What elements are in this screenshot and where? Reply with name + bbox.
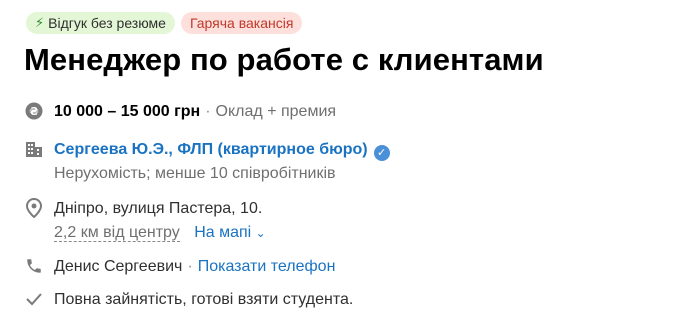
address: Дніпро, вулиця Пастера, 10. [54, 200, 263, 217]
location-row: Дніпро, вулиця Пастера, 10. 2,2 км від ц… [24, 198, 266, 244]
salary-row: ₴ 10 000 – 15 000 грн · Оклад + премия [24, 101, 336, 123]
badge-hot-vacancy-label: Гаряча вакансія [189, 15, 294, 31]
company-row: Сергеева Ю.Э., ФЛП (квартирное бюро) ✓ Не… [24, 139, 390, 185]
lightning-icon: ⚡ [35, 15, 45, 30]
verified-check-icon: ✓ [373, 145, 390, 161]
badge-no-resume: ⚡ Відгук без резюме [26, 12, 175, 34]
distance-from-center[interactable]: 2,2 км від центру [54, 224, 180, 242]
employment-row: Повна зайнятість, готові взяти студента. [24, 289, 353, 311]
badge-hot-vacancy: Гаряча вакансія [180, 12, 303, 34]
company-name-link[interactable]: Сергеева Ю.Э., ФЛП (квартирное бюро) [54, 141, 368, 158]
salary-separator: · [205, 103, 211, 120]
salary-range: 10 000 – 15 000 грн [54, 103, 201, 120]
company-details: Нерухомість; менше 10 співробітників [54, 165, 336, 182]
badges: ⚡ Відгук без резюме Гаряча вакансія [26, 12, 303, 34]
map-link-label: На мапі [194, 224, 252, 241]
badge-no-resume-label: Відгук без резюме [48, 15, 166, 31]
checkmark-icon [24, 289, 44, 309]
chevron-down-icon: ⌄ [255, 226, 266, 240]
contact-separator: · [187, 258, 193, 275]
employment-type: Повна зайнятість, готові взяти студента. [54, 291, 354, 308]
show-phone-link[interactable]: Показати телефон [198, 258, 336, 275]
location-pin-icon [24, 198, 44, 218]
building-icon [24, 139, 44, 159]
job-title: Менеджер по работе с клиентами [24, 42, 544, 77]
svg-text:₴: ₴ [29, 105, 38, 118]
map-link[interactable]: На мапі ⌄ [194, 224, 266, 241]
hryvnia-icon: ₴ [24, 101, 44, 121]
contact-row: Денис Сергеевич · Показати телефон [24, 256, 335, 278]
salary-note: Оклад + премия [215, 103, 337, 120]
contact-name: Денис Сергеевич [54, 258, 183, 275]
phone-icon [24, 256, 44, 276]
